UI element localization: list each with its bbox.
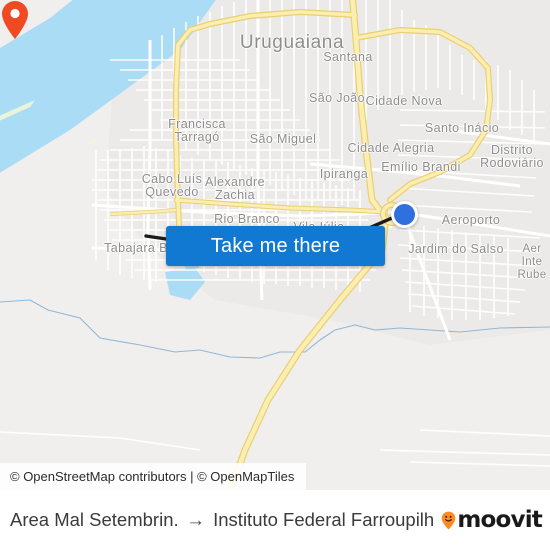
moovit-map-screen: Uruguaiana Santana São João Cidade Nova Sant… bbox=[0, 0, 550, 550]
arrow-right-icon: → bbox=[186, 509, 206, 531]
moovit-logo[interactable]: moovit bbox=[441, 506, 543, 533]
map-attribution: © OpenStreetMap contributors | © OpenMap… bbox=[0, 463, 307, 490]
trip-summary: Area Mal Setembrin... → Instituto Federa… bbox=[10, 509, 435, 531]
trip-destination-label: Instituto Federal Farroupilh... bbox=[213, 509, 436, 530]
map-canvas[interactable]: Uruguaiana Santana São João Cidade Nova Sant… bbox=[0, 0, 550, 490]
destination-dot-core bbox=[394, 204, 415, 225]
moovit-wordmark: moovit bbox=[457, 506, 542, 533]
destination-dot[interactable] bbox=[391, 201, 418, 228]
take-me-there-button[interactable]: Take me there bbox=[166, 226, 385, 266]
footer-bar: Area Mal Setembrin... → Instituto Federa… bbox=[0, 490, 550, 550]
moovit-pin-icon bbox=[442, 511, 456, 529]
trip-origin-label: Area Mal Setembrin... bbox=[10, 509, 179, 530]
map-attribution-text: © OpenStreetMap contributors | © OpenMap… bbox=[10, 469, 295, 484]
